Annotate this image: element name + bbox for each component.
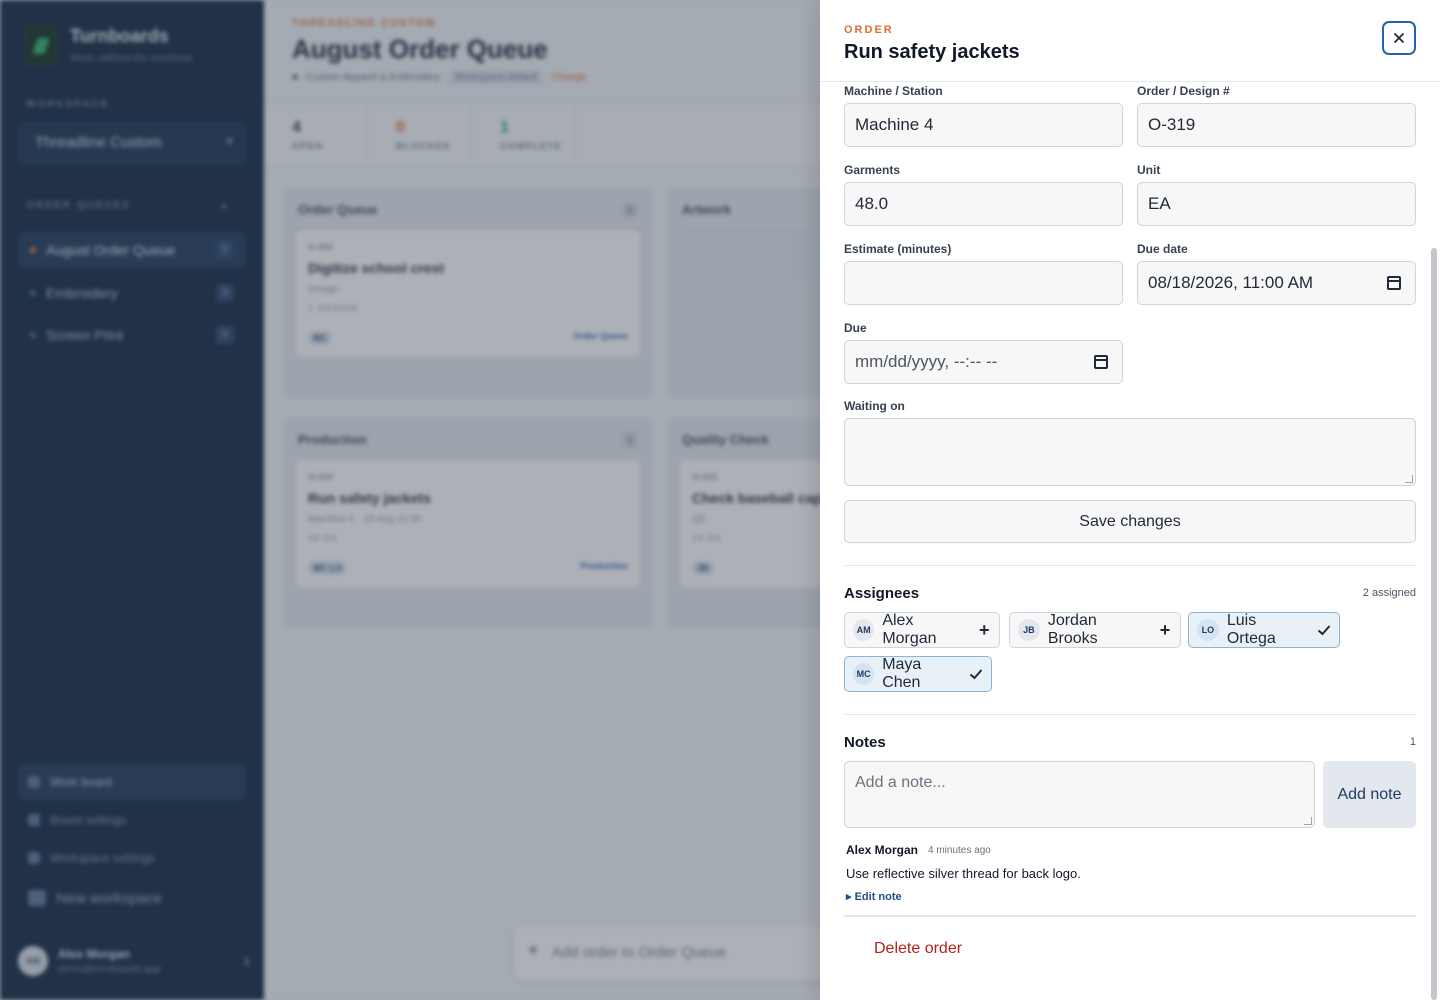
edit-note-toggle[interactable]: ▸ Edit note (846, 890, 902, 903)
scrollbar[interactable] (1431, 248, 1437, 1000)
unit-input[interactable]: EA (1137, 182, 1416, 226)
assignees-count: 2 assigned (1362, 587, 1416, 599)
assignee-chip-jordan-brooks[interactable]: JB Jordan Brooks + (1009, 612, 1181, 648)
machine-label: Machine / Station (844, 84, 943, 98)
notes-count: 1 (1409, 736, 1416, 748)
assignee-chip-maya-chen[interactable]: MC Maya Chen (844, 656, 992, 692)
machine-input[interactable]: Machine 4 (844, 103, 1123, 147)
unit-label: Unit (1137, 163, 1161, 177)
garments-input[interactable]: 48.0 (844, 182, 1123, 226)
save-changes-button[interactable]: Save changes (844, 500, 1416, 543)
waiting-on-label: Waiting on (844, 399, 905, 413)
close-button[interactable] (1382, 21, 1416, 55)
note-placeholder: Add a note... (855, 774, 946, 791)
assignee-name: Alex Morgan (882, 612, 937, 647)
order-drawer: Machine / Station Machine 4 Order / Desi… (820, 0, 1440, 1000)
plus-icon: + (1159, 619, 1171, 640)
due-date-input[interactable]: 08/18/2026, 11:00 AM (1137, 261, 1416, 305)
note-timestamp: 4 minutes ago (928, 845, 991, 856)
plus-icon: + (978, 619, 990, 640)
assignee-name: Luis Ortega (1226, 612, 1276, 647)
waiting-on-textarea[interactable] (844, 418, 1416, 486)
estimate-input[interactable] (844, 261, 1123, 305)
assignees-title: Assignees (844, 585, 920, 602)
due-label: Due (844, 321, 867, 335)
note-textarea[interactable]: Add a note... (844, 761, 1315, 828)
order-number-label: Order / Design # (1137, 84, 1230, 98)
add-note-button[interactable]: Add note (1323, 761, 1416, 828)
note-body: Use reflective silver thread for back lo… (846, 866, 1081, 881)
check-icon (1317, 623, 1331, 637)
assignee-chip-luis-ortega[interactable]: LO Luis Ortega (1188, 612, 1340, 648)
drawer-header: ORDER Run safety jackets (820, 0, 1440, 82)
drawer-kicker: ORDER (844, 24, 894, 36)
divider (844, 565, 1416, 566)
assignee-name: Jordan Brooks (1047, 612, 1098, 647)
assignee-name: Maya Chen (882, 656, 922, 691)
calendar-icon[interactable] (1387, 276, 1401, 290)
divider (844, 714, 1416, 715)
estimate-label: Estimate (minutes) (844, 242, 952, 256)
due-date-value: 08/18/2026, 11:00 AM (1148, 273, 1314, 292)
divider (844, 915, 1416, 917)
drawer-title: Run safety jackets (844, 41, 1020, 63)
notes-title: Notes (844, 734, 886, 751)
note-author: Alex Morgan (846, 843, 919, 857)
order-number-input[interactable]: O-319 (1137, 103, 1416, 147)
assignee-avatar: MC (853, 663, 875, 685)
assignee-avatar: JB (1018, 619, 1040, 641)
garments-label: Garments (844, 163, 901, 177)
resize-handle-icon[interactable] (1304, 817, 1312, 825)
due-placeholder: mm/dd/yyyy, --:-- -- (855, 352, 998, 371)
delete-order-button[interactable]: Delete order (874, 940, 962, 958)
check-icon (969, 667, 983, 681)
due-date-label: Due date (1137, 242, 1188, 256)
assignee-avatar: AM (853, 619, 875, 641)
assignee-chip-alex-morgan[interactable]: AM Alex Morgan + (844, 612, 1000, 648)
calendar-icon[interactable] (1094, 355, 1108, 369)
assignee-avatar: LO (1197, 619, 1219, 641)
close-icon (1393, 32, 1405, 44)
resize-handle-icon[interactable] (1405, 475, 1413, 483)
due-input[interactable]: mm/dd/yyyy, --:-- -- (844, 340, 1123, 384)
